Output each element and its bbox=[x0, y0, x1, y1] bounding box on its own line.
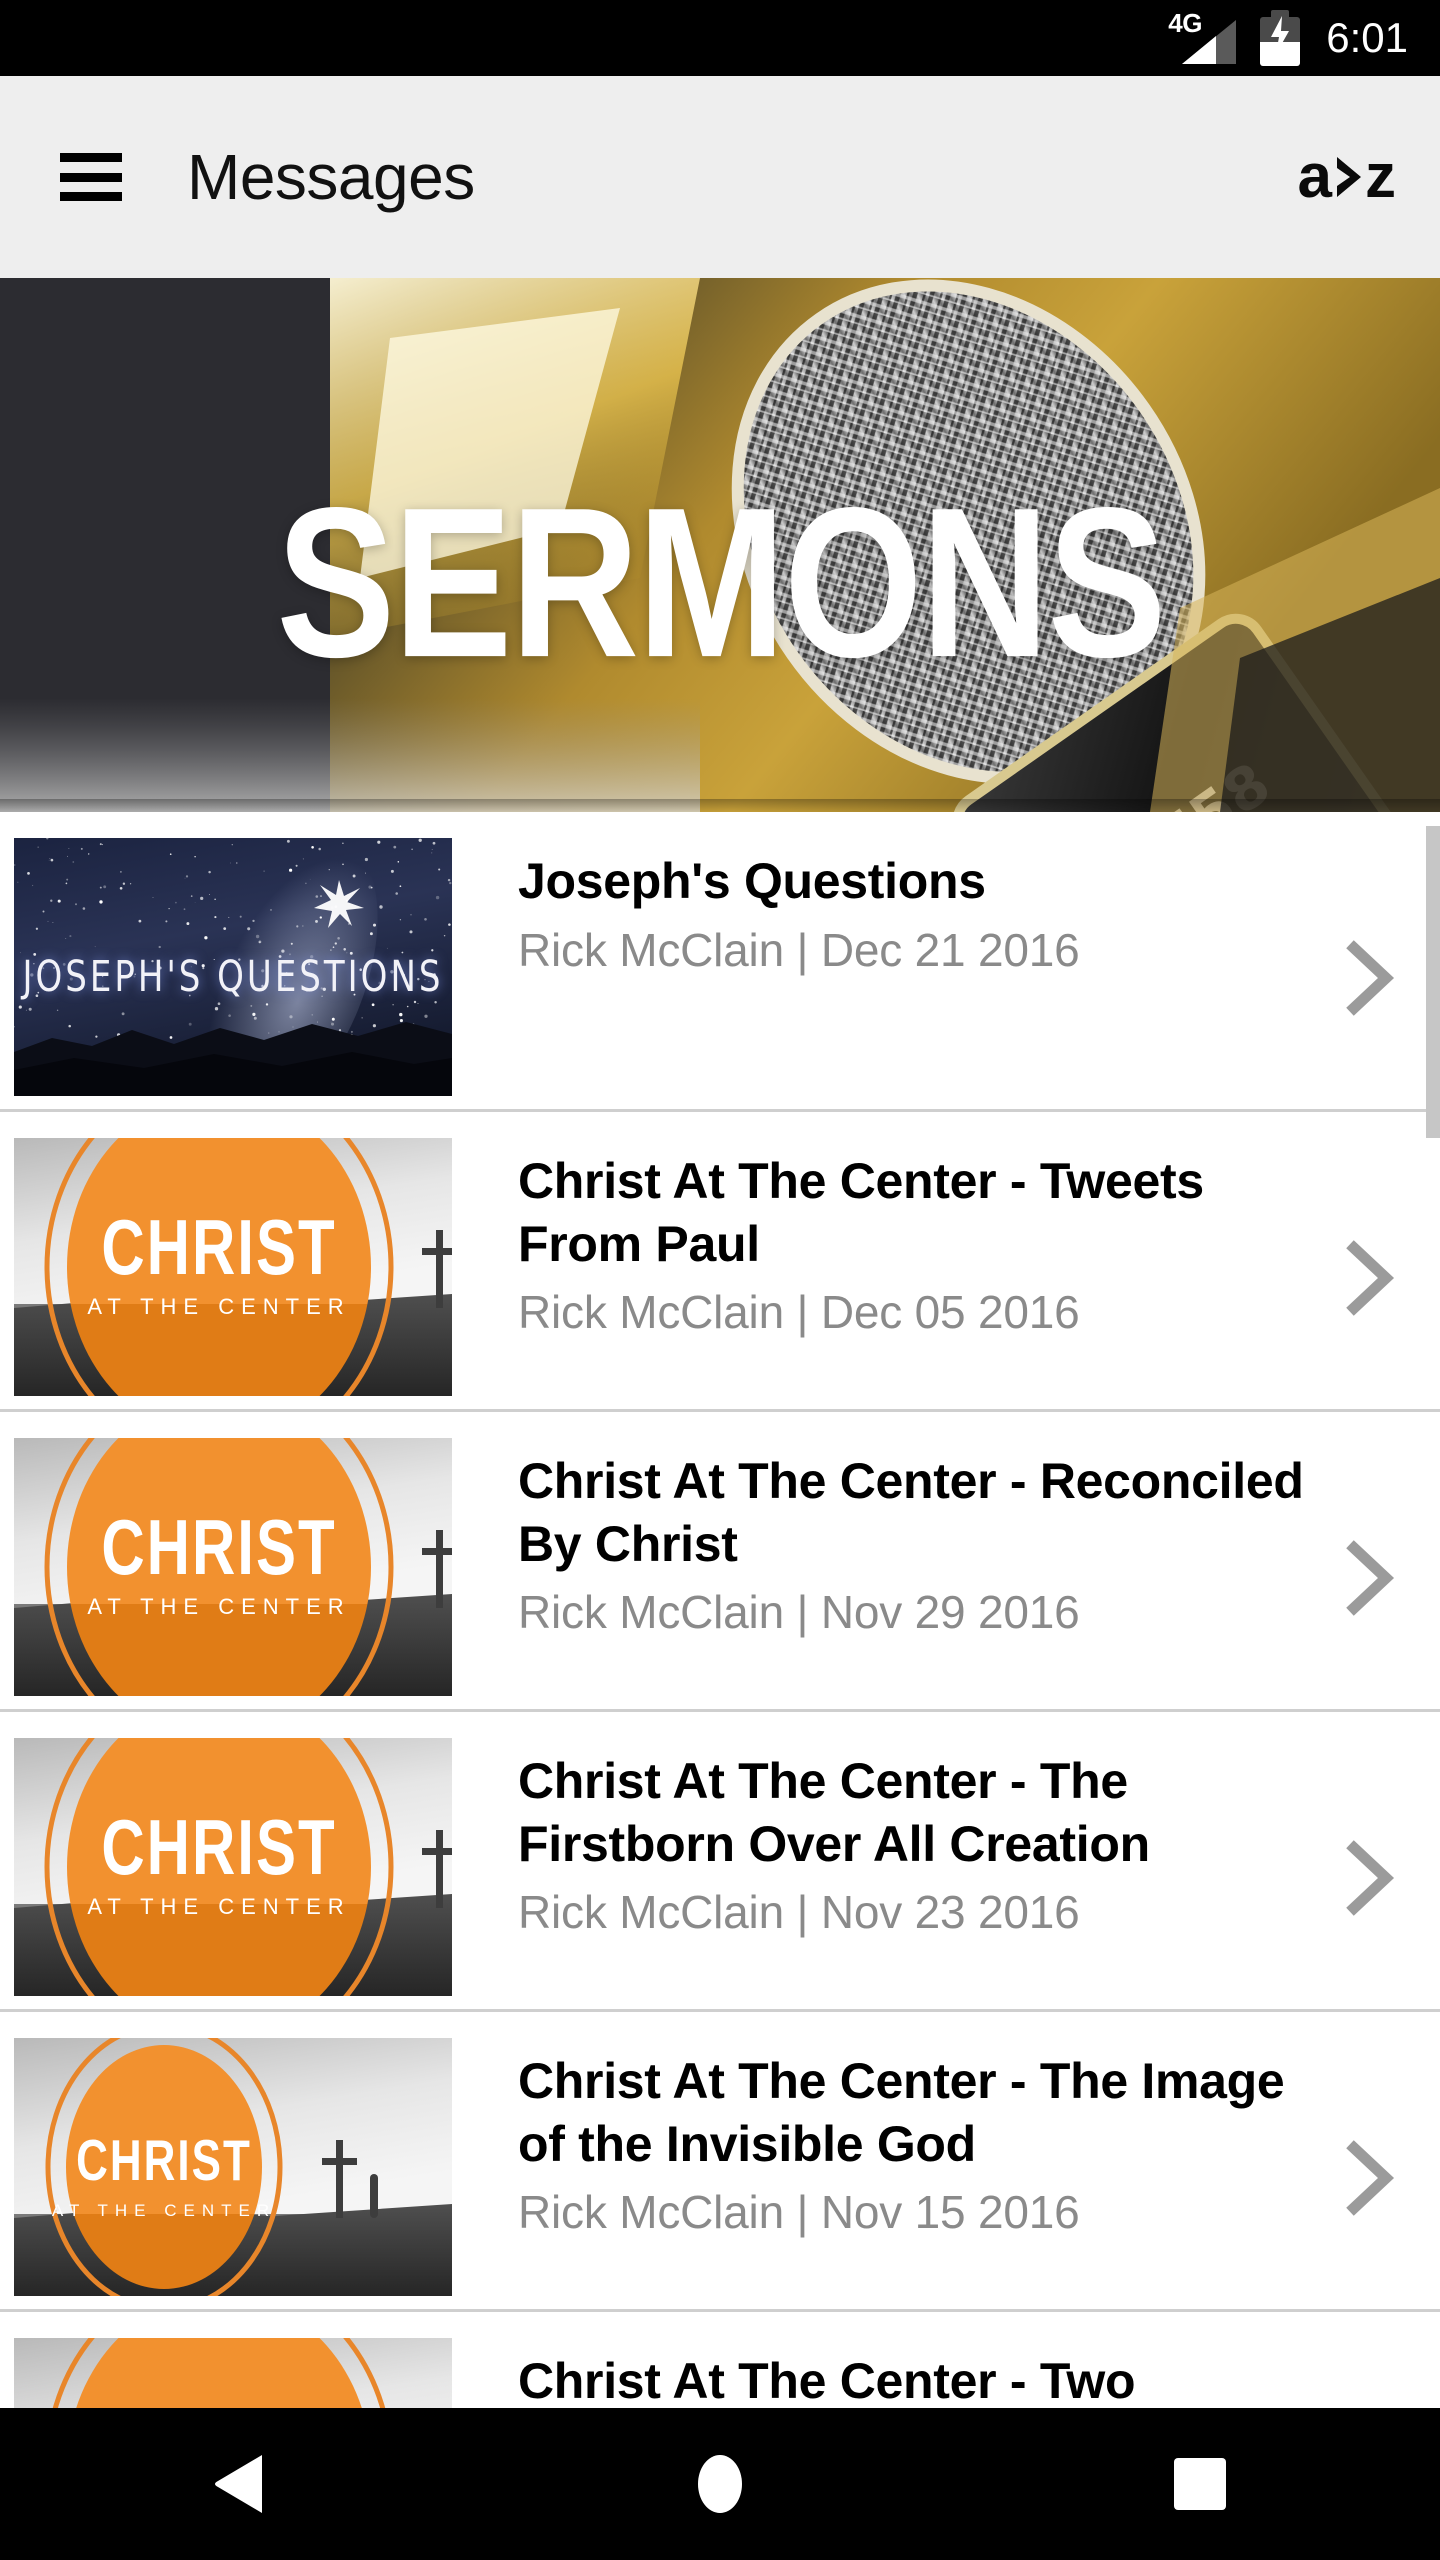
svg-text:AT THE CENTER: AT THE CENTER bbox=[87, 1594, 350, 1619]
message-text-column: Christ At The Center - Two bbox=[452, 2332, 1440, 2413]
message-thumbnail: CHRIST AT THE CENTER bbox=[14, 1438, 452, 1696]
message-list-item[interactable]: CHRIST AT THE CENTER Christ At The Center … bbox=[0, 1412, 1440, 1712]
message-meta: Rick McClain | Dec 21 2016 bbox=[518, 923, 1080, 976]
hero-banner[interactable]: SM58 SH SERMONS bbox=[0, 278, 1440, 812]
message-text-column: Christ At The Center - The Firstborn Ove… bbox=[452, 1732, 1440, 1943]
message-title: Christ At The Center - Tweets From Paul bbox=[518, 1153, 1204, 1272]
message-title: Joseph's Questions bbox=[518, 853, 986, 909]
message-meta: Rick McClain | Nov 29 2016 bbox=[518, 1586, 1080, 1638]
message-text-column: Joseph's Questions Rick McClain | Dec 21 … bbox=[452, 832, 1440, 980]
status-bar-icons: 4G 6:01 bbox=[1168, 10, 1408, 66]
message-list[interactable]: JOSEPH'S QUESTIONS Joseph's Questions Rick… bbox=[0, 812, 1440, 2448]
christ-at-the-center-artwork: CHRIST AT THE CENTER bbox=[14, 1738, 452, 1996]
message-list-item[interactable]: CHRIST AT THE CENTER Christ At The Center … bbox=[0, 1112, 1440, 1412]
svg-text:CHRIST: CHRIST bbox=[101, 1203, 336, 1290]
svg-text:AT THE CENTER: AT THE CENTER bbox=[52, 2201, 276, 2220]
hero-title-text: SERMONS bbox=[275, 464, 1166, 702]
message-list-item[interactable]: CHRIST AT THE CENTER Christ At The Center … bbox=[0, 2012, 1440, 2312]
hero-bottom-shadow bbox=[0, 799, 1440, 812]
christ-at-the-center-artwork: CHRIST AT THE CENTER bbox=[14, 2038, 452, 2296]
brand-letter-a: a bbox=[1297, 142, 1332, 211]
brand-logo[interactable]: a z bbox=[1297, 142, 1396, 211]
signal-bars-icon: 4G bbox=[1168, 10, 1240, 64]
message-text-column: Christ At The Center - Tweets From Paul R… bbox=[452, 1132, 1440, 1343]
message-meta: Rick McClain | Dec 05 2016 bbox=[518, 1286, 1080, 1338]
hamburger-bar-2 bbox=[60, 172, 122, 182]
chevron-right-icon[interactable] bbox=[1342, 1840, 1398, 1916]
christ-at-the-center-artwork: CHRIST AT THE CENTER bbox=[14, 1438, 452, 1696]
thumbnail-label: JOSEPH'S QUESTIONS bbox=[22, 951, 444, 1002]
chevron-right-icon[interactable] bbox=[1342, 1240, 1398, 1316]
home-circle-icon bbox=[698, 2455, 742, 2513]
vertical-scrollbar[interactable] bbox=[1426, 826, 1440, 1138]
message-text-column: Christ At The Center - Reconciled By Chr… bbox=[452, 1432, 1440, 1643]
message-thumbnail: JOSEPH'S QUESTIONS bbox=[14, 838, 452, 1096]
nav-back-button[interactable] bbox=[150, 2408, 330, 2560]
message-meta: Rick McClain | Nov 15 2016 bbox=[518, 2186, 1080, 2238]
back-triangle-icon bbox=[215, 2455, 262, 2513]
android-nav-bar bbox=[0, 2408, 1440, 2560]
phone-screen: 4G 6:01 Messages a z SERMONS JOSEPH'S QU… bbox=[0, 0, 1440, 2560]
chevron-right-icon[interactable] bbox=[1342, 940, 1398, 1016]
app-header: Messages a z bbox=[0, 76, 1440, 278]
status-bar: 4G 6:01 bbox=[0, 0, 1440, 76]
message-thumbnail: CHRIST AT THE CENTER bbox=[14, 1738, 452, 1996]
battery-charging-icon bbox=[1260, 10, 1301, 66]
brand-letter-z: z bbox=[1365, 142, 1396, 211]
nav-home-button[interactable] bbox=[630, 2408, 810, 2560]
message-thumbnail: CHRIST AT THE CENTER bbox=[14, 1138, 452, 1396]
brand-arrow-icon bbox=[1337, 157, 1361, 197]
svg-text:CHRIST: CHRIST bbox=[76, 2128, 252, 2192]
charging-bolt-icon bbox=[1271, 16, 1290, 54]
hero-title-overlay: SERMONS bbox=[0, 278, 1440, 812]
page-title: Messages bbox=[187, 141, 475, 213]
hamburger-menu-icon[interactable] bbox=[60, 153, 122, 201]
christ-at-the-center-artwork: CHRIST AT THE CENTER bbox=[14, 1138, 452, 1396]
recents-square-icon bbox=[1174, 2458, 1226, 2510]
chevron-right-icon[interactable] bbox=[1342, 2140, 1398, 2216]
message-title: Christ At The Center - The Firstborn Ove… bbox=[518, 1753, 1150, 1872]
message-text-column: Christ At The Center - The Image of the … bbox=[452, 2032, 1440, 2243]
hamburger-bar-3 bbox=[60, 192, 122, 201]
hamburger-bar-1 bbox=[60, 153, 122, 162]
message-meta: Rick McClain | Nov 23 2016 bbox=[518, 1886, 1080, 1938]
svg-text:CHRIST: CHRIST bbox=[101, 1803, 336, 1890]
signal-triangle-icon bbox=[1182, 20, 1237, 64]
message-title: Christ At The Center - Two bbox=[518, 2353, 1136, 2409]
message-title: Christ At The Center - Reconciled By Chr… bbox=[518, 1453, 1304, 1572]
status-bar-clock: 6:01 bbox=[1326, 14, 1408, 61]
message-thumbnail: CHRIST AT THE CENTER bbox=[14, 2038, 452, 2296]
svg-text:AT THE CENTER: AT THE CENTER bbox=[87, 1894, 350, 1919]
message-title: Christ At The Center - The Image of the … bbox=[518, 2053, 1285, 2172]
chevron-right-icon[interactable] bbox=[1342, 1540, 1398, 1616]
svg-text:AT THE CENTER: AT THE CENTER bbox=[87, 1294, 350, 1319]
svg-text:CHRIST: CHRIST bbox=[101, 1503, 336, 1590]
nav-recents-button[interactable] bbox=[1110, 2408, 1290, 2560]
message-list-item[interactable]: JOSEPH'S QUESTIONS Joseph's Questions Rick… bbox=[0, 812, 1440, 1112]
message-list-item[interactable]: CHRIST AT THE CENTER Christ At The Center … bbox=[0, 1712, 1440, 2012]
